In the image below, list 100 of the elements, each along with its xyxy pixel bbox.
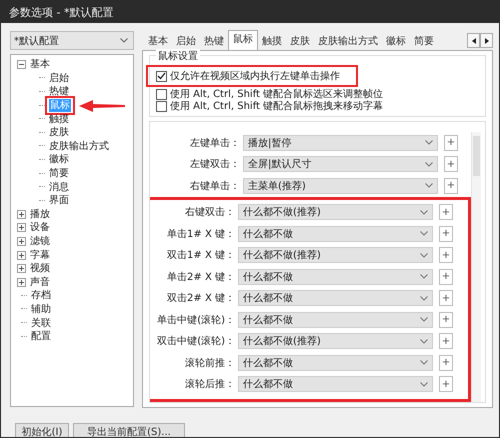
tree-item[interactable]: 播放 — [29, 208, 51, 221]
action-dropdown[interactable]: 什么都不做(推荐) — [238, 333, 433, 350]
tree-item[interactable]: 触摸 — [48, 112, 70, 126]
binding-label: 滚轮后推： — [184, 378, 235, 392]
expander-icon[interactable] — [17, 264, 26, 274]
binding-label: 右键双击： — [184, 206, 235, 220]
expander-icon[interactable] — [17, 223, 26, 232]
add-button[interactable]: + — [439, 247, 453, 264]
chevron-down-icon — [420, 338, 428, 344]
add-button[interactable]: + — [444, 156, 458, 172]
expander-icon[interactable] — [17, 250, 26, 260]
footer-button[interactable]: 初始化(I) — [15, 423, 69, 437]
window-title: 参数选项 - *默认配置 — [9, 4, 114, 20]
action-dropdown[interactable]: 什么都不做(推荐) — [238, 204, 433, 220]
binding-label: 右键单击： — [189, 180, 240, 193]
chevron-down-icon — [425, 140, 433, 146]
tree-item[interactable]: 设备 — [29, 221, 51, 234]
left-arrow-icon — [472, 38, 476, 44]
tab[interactable]: 简要 — [410, 33, 438, 50]
action-dropdown[interactable]: 播放|暂停 — [243, 134, 438, 151]
action-dropdown[interactable]: 什么都不做 — [238, 290, 433, 306]
tab[interactable]: 热键 — [200, 33, 228, 50]
add-button[interactable]: + — [439, 312, 453, 328]
checkbox-label: 使用 Alt, Ctrl, Shift 键配合鼠标拖拽来移动字幕 — [170, 100, 384, 113]
action-dropdown[interactable]: 什么都不做(推荐) — [238, 247, 433, 264]
tab[interactable]: 鼠标 — [228, 30, 258, 50]
action-dropdown[interactable]: 什么都不做 — [238, 268, 433, 285]
binding-label: 单击中键(滚轮)： — [156, 314, 235, 327]
chevron-down-icon — [420, 252, 428, 258]
tab[interactable]: 触摸 — [258, 33, 286, 50]
binding-label: 单击1# X 键： — [166, 228, 235, 241]
action-dropdown[interactable]: 什么都不做 — [238, 376, 433, 392]
binding-label: 双击中键(滚轮)： — [156, 334, 235, 348]
chevron-down-icon — [420, 210, 428, 215]
tree-item[interactable]: 配置 — [30, 330, 52, 344]
chevron-down-icon — [420, 296, 428, 301]
footer-button[interactable]: 导出当前配置(S)... — [73, 423, 185, 437]
add-button[interactable]: + — [439, 204, 453, 220]
add-button[interactable]: + — [439, 376, 453, 392]
tree-item[interactable]: 字幕 — [29, 248, 51, 262]
tree-item[interactable]: 声音 — [29, 276, 51, 289]
add-button[interactable]: + — [439, 333, 453, 350]
right-arrow-icon — [484, 38, 488, 44]
tab[interactable]: 徽标 — [382, 33, 410, 50]
action-dropdown[interactable]: 主菜单(推荐) — [243, 178, 438, 194]
tree-item[interactable]: 启始 — [48, 72, 70, 85]
tree-item[interactable]: 皮肤 — [48, 126, 70, 140]
add-button[interactable]: + — [444, 178, 458, 194]
tree-item[interactable]: 消息 — [48, 180, 70, 194]
group-title: 鼠标设置 — [156, 49, 200, 63]
tree-item[interactable]: 简要 — [48, 167, 70, 180]
scroll-left-button[interactable] — [467, 33, 480, 48]
tree-item[interactable]: 关联 — [30, 316, 52, 330]
tab[interactable]: 基本 — [144, 33, 172, 50]
binding-label: 左键双击： — [189, 158, 240, 172]
pointer-arrow — [79, 100, 125, 112]
add-button[interactable]: + — [439, 226, 453, 242]
tree-item[interactable]: 存档 — [30, 289, 52, 302]
chevron-down-icon — [120, 38, 128, 43]
binding-label: 单击2# X 键： — [166, 270, 235, 284]
chevron-down-icon — [420, 382, 428, 387]
scrollbar[interactable] — [471, 132, 481, 402]
chevron-down-icon — [425, 162, 433, 167]
tab[interactable]: 皮肤 — [286, 33, 314, 50]
expander-icon[interactable] — [17, 60, 26, 70]
chevron-down-icon — [420, 231, 428, 236]
checkbox-label: 仅允许在视频区域内执行左键单击操作 — [170, 70, 340, 83]
binding-label: 双击2# X 键： — [166, 292, 235, 306]
checkbox[interactable] — [156, 88, 167, 100]
chevron-down-icon — [420, 317, 428, 322]
add-button[interactable]: + — [439, 290, 453, 306]
add-button[interactable]: + — [444, 134, 458, 151]
tree-item[interactable]: 辅助 — [30, 302, 52, 316]
chevron-down-icon — [420, 274, 428, 280]
tree-item[interactable]: 徽标 — [48, 153, 70, 166]
action-dropdown[interactable]: 什么都不做 — [238, 354, 433, 371]
action-dropdown[interactable]: 什么都不做 — [238, 226, 433, 242]
tab[interactable]: 启始 — [172, 33, 200, 50]
tree-item[interactable]: 视频 — [29, 262, 51, 276]
profile-dropdown[interactable]: *默认配置 — [10, 31, 134, 50]
expander-icon[interactable] — [17, 278, 26, 287]
binding-label: 双击1# X 键： — [166, 248, 235, 262]
tree-item[interactable]: 热键 — [48, 85, 70, 98]
tree-item[interactable]: 基本 — [29, 58, 51, 72]
checkbox-label: 使用 Alt, Ctrl, Shift 键配合鼠标选区来调整帧位 — [170, 88, 384, 100]
action-dropdown[interactable]: 全屏|默认尺寸 — [243, 156, 438, 172]
add-button[interactable]: + — [439, 354, 453, 371]
checkbox[interactable] — [156, 70, 167, 82]
tab[interactable]: 皮肤输出方式 — [314, 33, 382, 50]
expander-icon[interactable] — [17, 237, 26, 246]
tree-item[interactable]: 界面 — [48, 194, 70, 208]
expander-icon[interactable] — [17, 210, 26, 219]
scroll-right-button[interactable] — [480, 33, 493, 48]
tree-item[interactable]: 皮肤输出方式 — [48, 140, 110, 153]
action-dropdown[interactable]: 什么都不做 — [238, 312, 433, 328]
binding-label: 左键单击： — [189, 136, 240, 150]
tree-item[interactable]: 滤镜 — [29, 235, 51, 248]
add-button[interactable]: + — [439, 268, 453, 285]
chevron-down-icon — [425, 183, 433, 188]
checkbox[interactable] — [156, 100, 167, 112]
